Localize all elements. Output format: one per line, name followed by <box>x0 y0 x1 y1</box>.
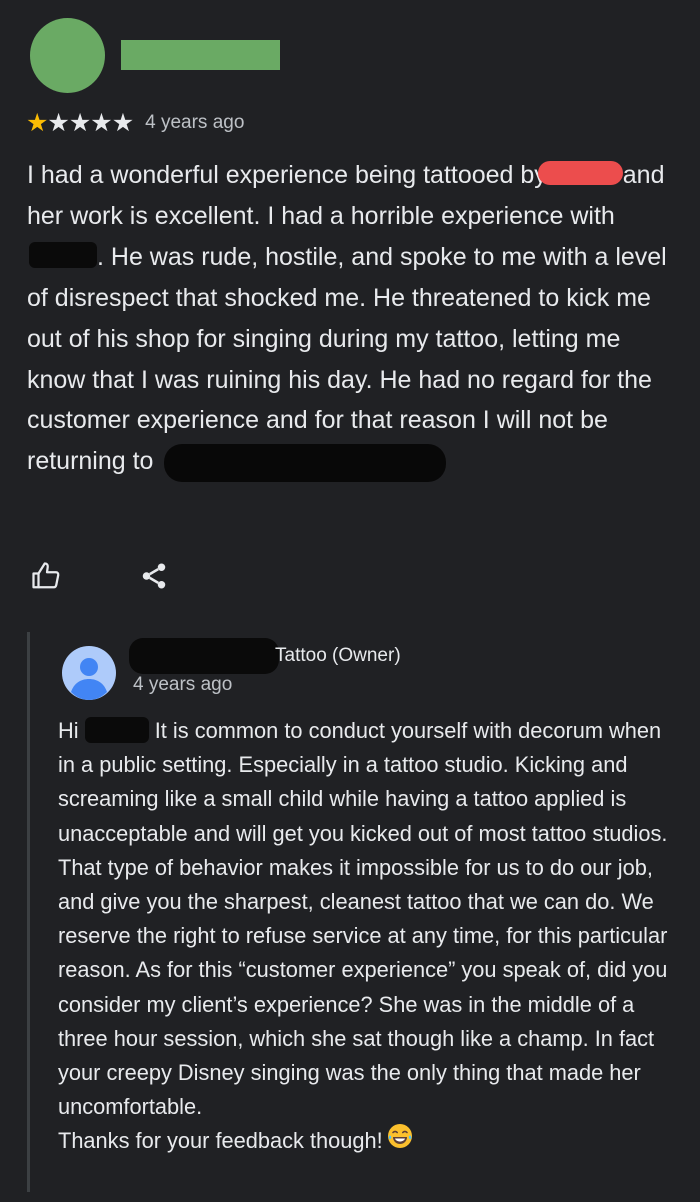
rating-row: ★ ★ ★ ★ ★ 4 years ago <box>26 106 244 140</box>
reply-closing: Thanks for your feedback though! <box>58 1128 383 1154</box>
redaction-black-mark <box>164 443 447 482</box>
review-actions <box>30 560 170 592</box>
review-text: I had a wonderful experience being tatto… <box>27 155 677 482</box>
thumbs-up-icon[interactable] <box>30 560 62 592</box>
star-empty-icon: ★ <box>68 108 91 137</box>
share-icon[interactable] <box>138 560 170 592</box>
star-empty-icon: ★ <box>111 108 134 137</box>
redaction-black-mark <box>29 242 97 269</box>
owner-name[interactable]: Tattoo (Owner) <box>275 645 401 667</box>
redaction-red-mark <box>537 161 623 186</box>
owner-avatar[interactable] <box>62 646 116 700</box>
redaction-black-mark <box>84 717 149 744</box>
reviewer-avatar[interactable] <box>30 18 105 93</box>
redaction-black-mark <box>129 638 279 674</box>
reviewer-name-redacted[interactable] <box>121 40 280 70</box>
reply-text: Hi . It is common to conduct yourself wi… <box>58 714 674 1161</box>
review-text-part: I had a wonderful experience being tatto… <box>27 161 554 189</box>
review-text-part: . He was rude, hostile, and spoke to me … <box>27 242 667 476</box>
reply-body: . It is common to conduct yourself with … <box>58 718 668 1120</box>
owner-header: Tattoo (Owner) <box>129 638 401 674</box>
star-empty-icon: ★ <box>90 108 112 137</box>
laughing-emoji-icon <box>387 1123 413 1159</box>
owner-reply: Tattoo (Owner) 4 years ago Hi . It is co… <box>27 632 680 1192</box>
star-filled-icon: ★ <box>26 108 48 137</box>
reply-timestamp: 4 years ago <box>133 674 233 695</box>
reply-greeting: Hi <box>58 718 85 743</box>
review-timestamp: 4 years ago <box>145 112 245 133</box>
star-empty-icon: ★ <box>47 108 69 137</box>
